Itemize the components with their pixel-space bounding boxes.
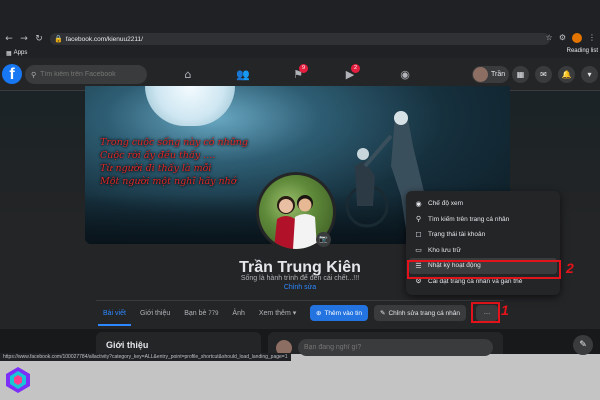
facebook-search[interactable]: ⚲ bbox=[25, 65, 147, 84]
menu-item-label: Kho lưu trữ bbox=[428, 246, 461, 254]
add-story-label: Thêm vào tin bbox=[324, 309, 363, 317]
annotation-label-step-2: 2 bbox=[566, 260, 574, 276]
nav-watch[interactable]: ▶ 2 bbox=[330, 63, 370, 86]
notification-badge: 9 bbox=[299, 64, 308, 73]
menu-item-label: Tìm kiếm trên trang cá nhân bbox=[428, 215, 510, 223]
tab-friends[interactable]: Bạn bè 779 bbox=[177, 301, 225, 326]
menu-item-view-as[interactable]: ◉ Chế độ xem bbox=[409, 196, 557, 212]
url-text: facebook.com/kienuu2211/ bbox=[65, 35, 143, 43]
camera-icon[interactable]: 📷 bbox=[316, 232, 331, 247]
tab-posts[interactable]: Bài viết bbox=[96, 301, 133, 326]
bookmarks-bar: ▦ Apps Reading list bbox=[0, 48, 600, 58]
nav-home[interactable]: ⌂ bbox=[168, 63, 208, 86]
add-story-button[interactable]: ⊕ Thêm vào tin bbox=[310, 305, 369, 321]
profile-tabs: Bài viết Giới thiệu Bạn bè 779 Ảnh Xem t… bbox=[96, 301, 303, 326]
intro-card: Giới thiệu bbox=[96, 332, 261, 354]
reload-icon[interactable]: ↻ bbox=[33, 33, 45, 45]
profile-avatar[interactable] bbox=[572, 33, 582, 43]
facebook-logo-icon[interactable]: f bbox=[2, 64, 22, 84]
extensions-icon[interactable]: ⚙ bbox=[559, 33, 566, 43]
lock-icon: 🔒 bbox=[54, 35, 63, 43]
menu-item-label: Chế độ xem bbox=[428, 200, 464, 208]
nav-groups-tab[interactable]: ◉ bbox=[385, 63, 425, 86]
annotation-label-step-1: 1 bbox=[501, 302, 509, 318]
forward-icon[interactable]: → bbox=[18, 33, 30, 45]
back-icon[interactable]: ← bbox=[3, 33, 15, 45]
intro-title: Giới thiệu bbox=[106, 340, 149, 350]
post-composer bbox=[268, 332, 503, 356]
search-icon: ⚲ bbox=[31, 70, 37, 79]
star-icon[interactable]: ☆ bbox=[546, 33, 553, 43]
browser-actions: ☆ ⚙ ⋮ bbox=[546, 33, 596, 43]
friends-icon: 👥 bbox=[236, 68, 250, 81]
nav-friends[interactable]: 👥 bbox=[223, 63, 263, 86]
nav-groups[interactable]: ⚑ 9 bbox=[278, 63, 318, 86]
groups-icon: ◉ bbox=[400, 68, 410, 81]
bell-icon[interactable]: 🔔 bbox=[558, 66, 575, 83]
brand-logo-icon bbox=[6, 367, 30, 393]
plus-icon: ⊕ bbox=[316, 310, 322, 317]
annotation-box-step-1 bbox=[471, 302, 500, 323]
eye-icon: ◉ bbox=[415, 199, 422, 208]
bookmark-reading-list[interactable]: Reading list bbox=[567, 48, 598, 54]
cover-moon bbox=[145, 86, 235, 126]
composer-input[interactable] bbox=[298, 339, 493, 356]
edit-profile-label: Chỉnh sửa trang cá nhân bbox=[388, 309, 461, 317]
bookmark-apps-label: Apps bbox=[13, 50, 28, 56]
header-user-name: Trần bbox=[491, 71, 506, 78]
browser-toolbar: ← → ↻ 🔒 facebook.com/kienuu2211/ ☆ ⚙ ⋮ ▦… bbox=[0, 0, 600, 58]
cover-poem-text: Trong cuộc sống này có những Cuộc rời ấy… bbox=[100, 137, 249, 187]
menu-item-account-status[interactable]: ☐ Trạng thái tài khoản bbox=[409, 227, 557, 243]
tab-about[interactable]: Giới thiệu bbox=[133, 301, 177, 326]
archive-icon: ▭ bbox=[415, 246, 422, 255]
menu-item-archive[interactable]: ▭ Kho lưu trữ bbox=[409, 243, 557, 259]
friends-count: 779 bbox=[208, 311, 219, 317]
search-input[interactable] bbox=[40, 71, 141, 78]
annotation-box-step-2 bbox=[407, 260, 561, 279]
tab-more[interactable]: Xem thêm ▾ bbox=[252, 301, 303, 326]
browser-menu-icon[interactable]: ⋮ bbox=[588, 33, 596, 43]
notification-badge: 2 bbox=[351, 64, 360, 73]
bottom-gray-band bbox=[0, 361, 600, 400]
browser-status-url: https://www.facebook.com/100027784/allac… bbox=[0, 353, 291, 361]
user-status-icon: ☐ bbox=[415, 230, 422, 239]
home-icon: ⌂ bbox=[184, 68, 192, 81]
bookmark-apps[interactable]: ▦ Apps bbox=[6, 50, 27, 57]
tab-photos[interactable]: Ảnh bbox=[225, 301, 251, 326]
account-dropdown-icon[interactable]: ▾ bbox=[581, 66, 598, 83]
apps-grid-icon: ▦ bbox=[6, 50, 12, 57]
menu-item-search-profile[interactable]: ⚲ Tìm kiếm trên trang cá nhân bbox=[409, 212, 557, 228]
address-bar[interactable]: 🔒 facebook.com/kienuu2211/ bbox=[50, 33, 550, 45]
avatar bbox=[473, 67, 488, 82]
search-icon: ⚲ bbox=[415, 215, 422, 224]
menu-item-label: Trạng thái tài khoản bbox=[428, 231, 486, 239]
messenger-icon[interactable]: ✉ bbox=[535, 66, 552, 83]
edit-profile-button[interactable]: ✎ Chỉnh sửa trang cá nhân bbox=[374, 305, 467, 321]
tab-friends-label: Bạn bè bbox=[184, 310, 207, 317]
new-message-icon[interactable]: ✎ bbox=[573, 335, 593, 355]
pencil-icon: ✎ bbox=[380, 310, 386, 317]
header-profile-link[interactable]: Trần bbox=[472, 66, 510, 83]
menu-grid-icon[interactable]: ▦ bbox=[512, 66, 529, 83]
profile-more-menu: ◉ Chế độ xem ⚲ Tìm kiếm trên trang cá nh… bbox=[406, 191, 560, 295]
